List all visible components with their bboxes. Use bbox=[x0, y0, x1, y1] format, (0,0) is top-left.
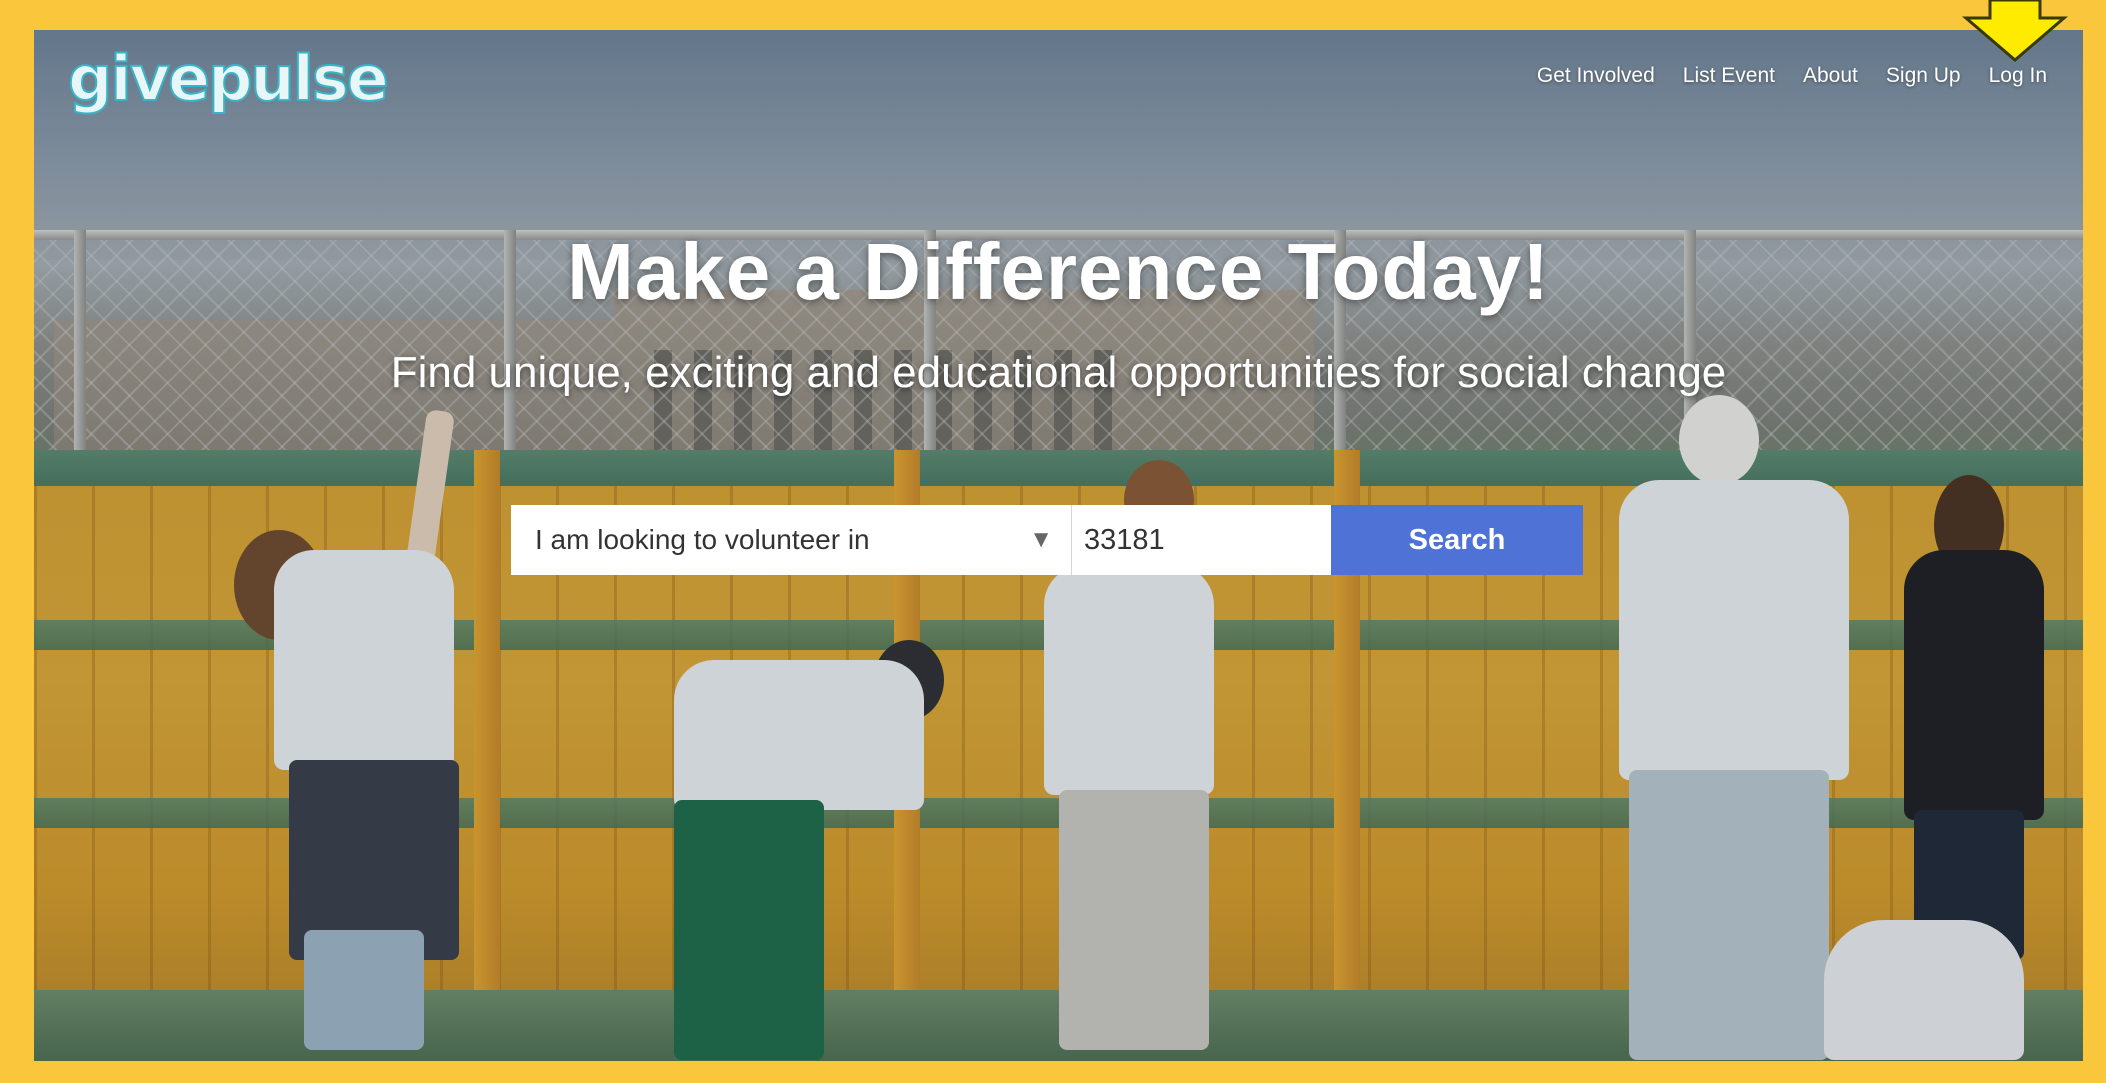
nav-sign-up[interactable]: Sign Up bbox=[1886, 64, 1961, 88]
hero-title: Make a Difference Today! bbox=[567, 227, 1550, 316]
volunteer-type-select[interactable]: I am looking to volunteer in ▼ bbox=[511, 505, 1072, 575]
top-nav: Get Involved List Event About Sign Up Lo… bbox=[1537, 64, 2047, 88]
arrow-down-icon bbox=[1961, 0, 2069, 62]
search-button[interactable]: Search bbox=[1331, 505, 1583, 575]
zip-input[interactable] bbox=[1072, 505, 1331, 575]
caret-down-icon: ▼ bbox=[1029, 526, 1053, 553]
search-bar: I am looking to volunteer in ▼ Search bbox=[511, 505, 1583, 575]
logo[interactable]: givepulse bbox=[67, 41, 390, 116]
nav-list-event[interactable]: List Event bbox=[1683, 64, 1775, 88]
nav-get-involved[interactable]: Get Involved bbox=[1537, 64, 1655, 88]
hero-subtitle: Find unique, exciting and educational op… bbox=[390, 348, 1727, 397]
nav-log-in[interactable]: Log In bbox=[1989, 64, 2047, 88]
nav-about[interactable]: About bbox=[1803, 64, 1858, 88]
hero-background: givepulse Get Involved List Event About … bbox=[34, 30, 2083, 1061]
select-value: I am looking to volunteer in bbox=[535, 524, 870, 555]
